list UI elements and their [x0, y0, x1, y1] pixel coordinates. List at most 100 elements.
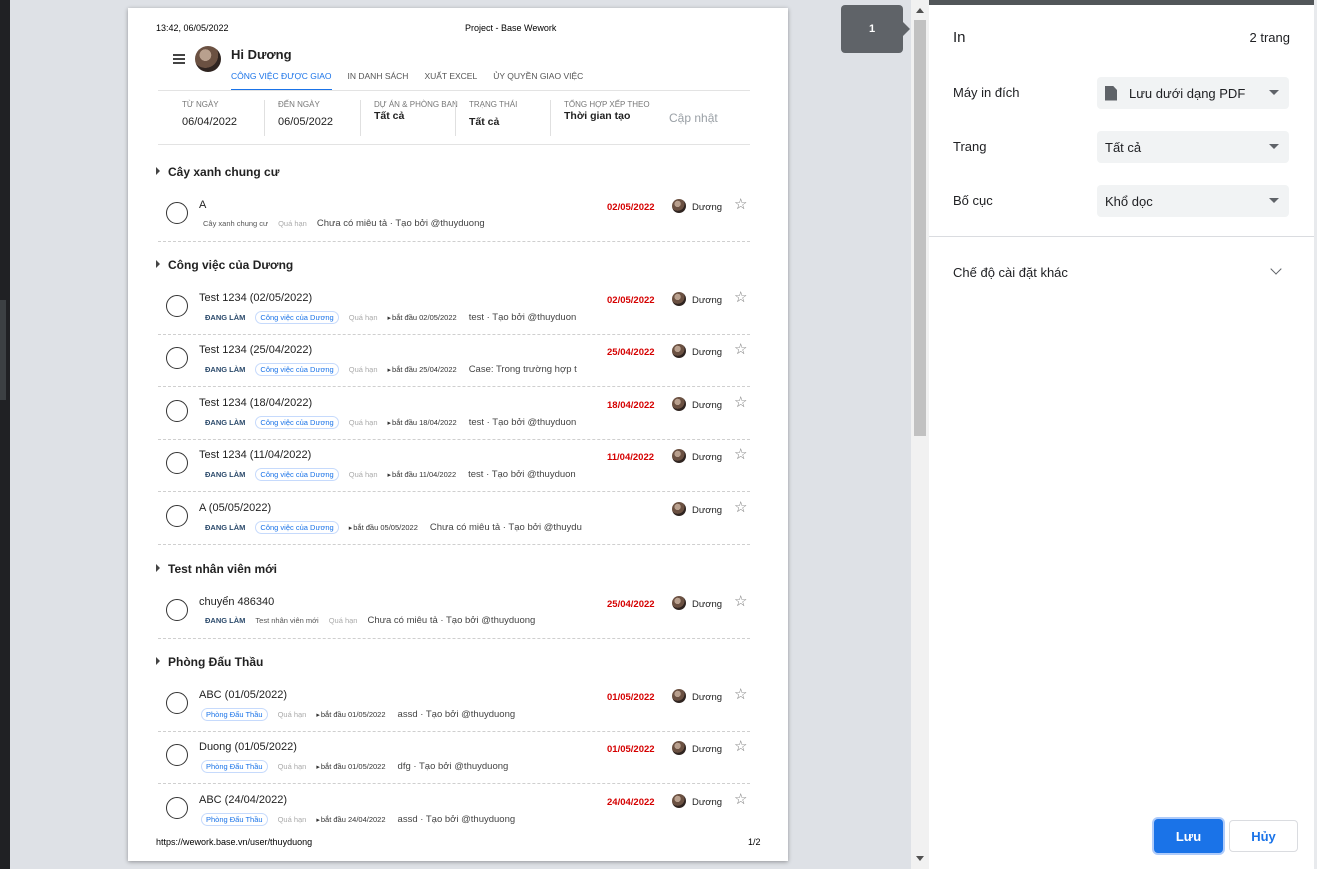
page-header-time: 13:42, 06/05/2022 [156, 23, 229, 33]
task-due-date: 01/05/2022 [607, 744, 655, 755]
task-checkbox-icon [166, 202, 188, 224]
task-project-chip: Phòng Đấu Thầu [201, 760, 268, 773]
task-overdue: Quá hạn [277, 710, 307, 719]
caret-right-icon [156, 564, 160, 572]
task-status: ĐANG LÀM [205, 470, 246, 479]
task-title: Test 1234 (02/05/2022) [199, 292, 313, 304]
assignee-avatar [672, 199, 686, 213]
destination-select[interactable]: Lưu dưới dạng PDF [1097, 77, 1289, 109]
task-status: ĐANG LÀM [205, 365, 246, 374]
star-icon: ☆ [734, 499, 748, 516]
task-overdue: Quá hạn [328, 616, 358, 625]
task-start-date: bắt đầu 24/04/2022 [316, 815, 386, 824]
task-description: Chưa có miêu tả · Tạo bởi @thuydu [429, 522, 582, 533]
task-row: Duong (01/05/2022) Phòng Đấu Thầu Quá hạ… [158, 732, 750, 784]
task-start-date: bắt đầu 05/05/2022 [349, 523, 418, 532]
task-start-date: bắt đầu 01/05/2022 [316, 710, 386, 719]
assignee-avatar [672, 596, 686, 610]
task-row: Test 1234 (18/04/2022) ĐANG LÀM Công việ… [158, 388, 750, 440]
pages-value: Tất cả [1105, 139, 1142, 155]
task-checkbox-icon [166, 599, 188, 621]
group-header: Cây xanh chung cư [156, 165, 279, 179]
task-description: test · Tạo bởi @thuyduon [468, 312, 577, 323]
dropdown-arrow-icon [1269, 144, 1279, 149]
star-icon: ☆ [734, 593, 748, 610]
task-project-chip: Công việc của Dương [255, 311, 339, 324]
task-description: Case: Trong trường hợp t [468, 364, 577, 375]
task-project-chip: Phòng Đấu Thầu [201, 708, 268, 721]
dialog-title: In [953, 29, 966, 46]
assignee-avatar [672, 344, 686, 358]
task-checkbox-icon [166, 797, 188, 819]
task-due-date: 02/05/2022 [607, 202, 655, 213]
more-settings-toggle[interactable]: Chế độ cài đặt khác [953, 265, 1068, 280]
scroll-thumb[interactable] [914, 20, 926, 436]
task-project-chip: Công việc của Dương [255, 521, 339, 534]
group-header: Công việc của Dương [156, 258, 293, 272]
tab-delegate: ỦY QUYỀN GIAO VIỆC [493, 71, 584, 81]
task-description: Chưa có miêu tả · Tạo bởi @thuyduong [367, 615, 536, 626]
task-start-date: bắt đầu 01/05/2022 [316, 762, 386, 771]
task-checkbox-icon [166, 505, 188, 527]
left-window-edge [0, 0, 10, 869]
scroll-down-arrow-icon[interactable] [916, 856, 924, 861]
tab-assigned-work: CÔNG VIỆC ĐƯỢC GIAO [231, 71, 332, 90]
chevron-down-icon[interactable] [1270, 263, 1282, 275]
print-preview-area[interactable]: 13:42, 06/05/2022 Project - Base Wework … [10, 0, 929, 869]
destination-label: Máy in đích [953, 85, 1020, 100]
task-title: A (05/05/2022) [199, 502, 272, 514]
group-header: Test nhân viên mới [156, 562, 277, 576]
layout-label: Bố cục [953, 193, 993, 208]
task-title: Duong (01/05/2022) [199, 741, 297, 753]
task-description: assd · Tạo bởi @thuyduong [397, 709, 516, 720]
filter-to-date: ĐẾN NGÀY 06/05/2022 [278, 100, 334, 128]
group-header: Phòng Đấu Thầu [156, 655, 263, 669]
task-due-date: 01/05/2022 [607, 692, 655, 703]
dropdown-arrow-icon [1269, 198, 1279, 203]
page-header-title: Project - Base Wework [465, 23, 557, 33]
print-settings-panel: In 2 trang Máy in đích Lưu dưới dạng PDF… [929, 5, 1314, 869]
scroll-up-arrow-icon[interactable] [916, 8, 924, 13]
task-checkbox-icon [166, 347, 188, 369]
task-due-date: 02/05/2022 [607, 295, 655, 306]
pages-label: Trang [953, 139, 987, 154]
filter-bar: TỪ NGÀY 06/04/2022 ĐẾN NGÀY 06/05/2022 D… [158, 100, 750, 144]
task-title: A [199, 199, 207, 211]
save-button[interactable]: Lưu [1154, 819, 1223, 853]
star-icon: ☆ [734, 791, 748, 808]
filter-sort: TỔNG HỢP XẾP THEO Thời gian tạo [564, 100, 650, 122]
task-row: A (05/05/2022) ĐANG LÀM Công việc của Dư… [158, 493, 750, 545]
task-assignee: Dương [692, 797, 723, 808]
task-assignee: Dương [692, 347, 723, 358]
caret-right-icon [156, 167, 160, 175]
task-row: Test 1234 (11/04/2022) ĐANG LÀM Công việ… [158, 440, 750, 492]
user-avatar [195, 46, 221, 72]
task-checkbox-icon [166, 452, 188, 474]
pages-select[interactable]: Tất cả [1097, 131, 1289, 163]
preview-page: 13:42, 06/05/2022 Project - Base Wework … [128, 8, 788, 861]
task-title: Test 1234 (11/04/2022) [199, 449, 312, 461]
assignee-avatar [672, 292, 686, 306]
file-icon [1105, 85, 1117, 101]
task-assignee: Dương [692, 692, 723, 703]
task-due-date: 24/04/2022 [607, 797, 655, 808]
page-number-badge: 1 [841, 5, 910, 53]
cancel-button[interactable]: Hủy [1229, 820, 1298, 852]
task-start-date: bắt đầu 25/04/2022 [388, 365, 457, 374]
task-title: ABC (01/05/2022) [199, 689, 288, 701]
assignee-avatar [672, 502, 686, 516]
task-description: dfg · Tạo bởi @thuyduong [397, 761, 509, 772]
task-due-date: 25/04/2022 [607, 599, 655, 610]
filter-from-date: TỪ NGÀY 06/04/2022 [182, 100, 238, 128]
layout-select[interactable]: Khổ dọc [1097, 185, 1289, 217]
star-icon: ☆ [734, 341, 748, 358]
task-start-date: bắt đầu 18/04/2022 [388, 418, 457, 427]
task-row: ABC (24/04/2022) Phòng Đấu Thầu Quá hạn … [158, 785, 750, 837]
task-row: A Cây xanh chung cư Quá hạn Chưa có miêu… [158, 190, 750, 242]
app-tabs: CÔNG VIỆC ĐƯỢC GIAO IN DANH SÁCH XUẤT EX… [231, 71, 599, 90]
task-row: Test 1234 (25/04/2022) ĐANG LÀM Công việ… [158, 335, 750, 387]
divider [929, 236, 1314, 237]
task-row: chuyển 486340 ĐANG LÀM Test nhân viên mớ… [158, 587, 750, 639]
task-title: ABC (24/04/2022) [199, 794, 288, 806]
preview-scrollbar[interactable] [911, 0, 929, 869]
